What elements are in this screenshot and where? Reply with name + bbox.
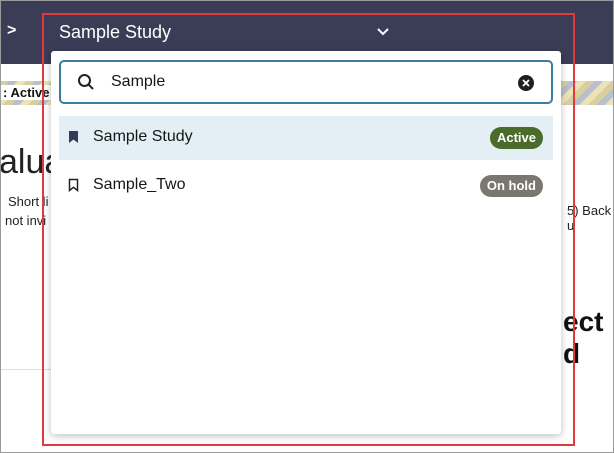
bookmark-outline-icon xyxy=(68,178,79,192)
background-text: Short li xyxy=(8,194,49,209)
study-name: Sample Study xyxy=(93,128,193,145)
clear-icon[interactable] xyxy=(517,74,535,92)
app-window: > Sample Study : Active alua Short li no… xyxy=(0,0,614,453)
status-badge: On hold xyxy=(479,175,543,197)
study-selector-label[interactable]: Sample Study xyxy=(59,22,171,43)
study-name: Sample_Two xyxy=(93,176,186,193)
background-heading: ect d xyxy=(563,306,604,369)
divider xyxy=(1,369,51,370)
search-icon xyxy=(78,74,94,90)
nav-expand-button[interactable]: > xyxy=(7,22,16,40)
search-input[interactable] xyxy=(111,71,491,93)
status-badge: Active xyxy=(489,127,543,149)
study-result-row[interactable]: Sample_Two On hold xyxy=(59,164,553,208)
bookmark-filled-icon xyxy=(69,131,78,143)
background-text: 5) Back u xyxy=(567,203,612,233)
study-result-row[interactable]: Sample Study Active xyxy=(59,116,553,160)
background-text: not invi xyxy=(5,213,47,228)
chevron-down-icon[interactable] xyxy=(375,25,391,39)
search-field[interactable] xyxy=(59,60,553,104)
study-search-popup: Sample Study Active Sample_Two On hold xyxy=(51,51,561,434)
background-status-label: : Active xyxy=(1,85,52,100)
